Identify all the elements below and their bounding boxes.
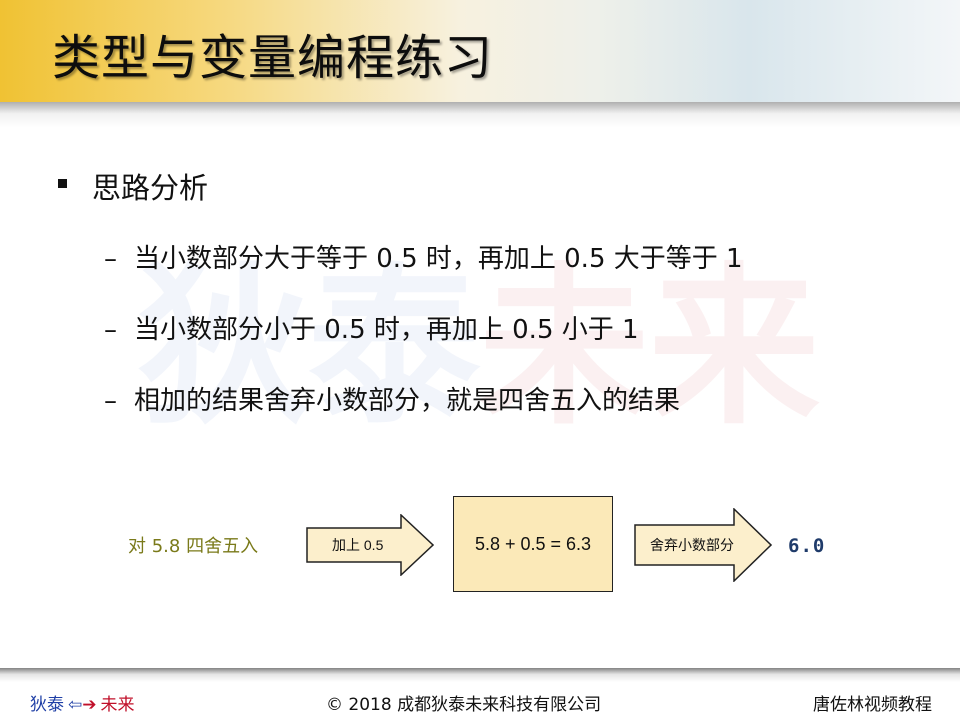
brand-right-text: 未来: [100, 695, 135, 715]
page-title: 类型与变量编程练习: [52, 30, 494, 86]
result-value: 6.0: [788, 535, 826, 557]
truncate-step-label: 舍弃小数部分: [650, 537, 734, 553]
dash-icon: –: [104, 386, 117, 416]
watermark-part1: 狄泰: [138, 247, 480, 448]
sub-item-text: 当小数部分大于等于 0.5 时，再加上 0.5 大于等于 1: [134, 244, 743, 274]
footer-divider: [0, 668, 960, 682]
watermark-part2: 未来: [478, 247, 820, 448]
sub-item: – 当小数部分小于 0.5 时，再加上 0.5 小于 1: [104, 309, 639, 346]
footer-brand: 狄泰 ⇦➔ 未来: [30, 690, 135, 715]
double-arrow-icon: ⇦➔: [68, 695, 97, 715]
sub-item-text: 当小数部分小于 0.5 时，再加上 0.5 小于 1: [134, 315, 639, 345]
footer-course: 唐佐林视频教程: [813, 695, 932, 715]
sub-item: – 当小数部分大于等于 0.5 时，再加上 0.5 大于等于 1: [104, 238, 743, 275]
add-step-label: 加上 0.5: [332, 537, 384, 553]
input-label: 对 5.8 四舍五入: [128, 536, 259, 557]
header-shadow: [0, 102, 960, 128]
sub-item: – 相加的结果舍弃小数部分，就是四舍五入的结果: [104, 380, 680, 417]
bullet-square-icon: [58, 179, 67, 188]
brand-left-text: 狄泰: [30, 695, 64, 715]
dash-icon: –: [104, 244, 117, 274]
calculation-box: 5.8 + 0.5 = 6.3: [453, 496, 613, 592]
footer-copyright: © 2018 成都狄泰未来科技有限公司: [326, 695, 602, 715]
dash-icon: –: [104, 315, 117, 345]
calculation-text: 5.8 + 0.5 = 6.3: [474, 533, 592, 554]
bullet-text: 思路分析: [92, 171, 209, 205]
sub-item-text: 相加的结果舍弃小数部分，就是四舍五入的结果: [134, 386, 681, 416]
